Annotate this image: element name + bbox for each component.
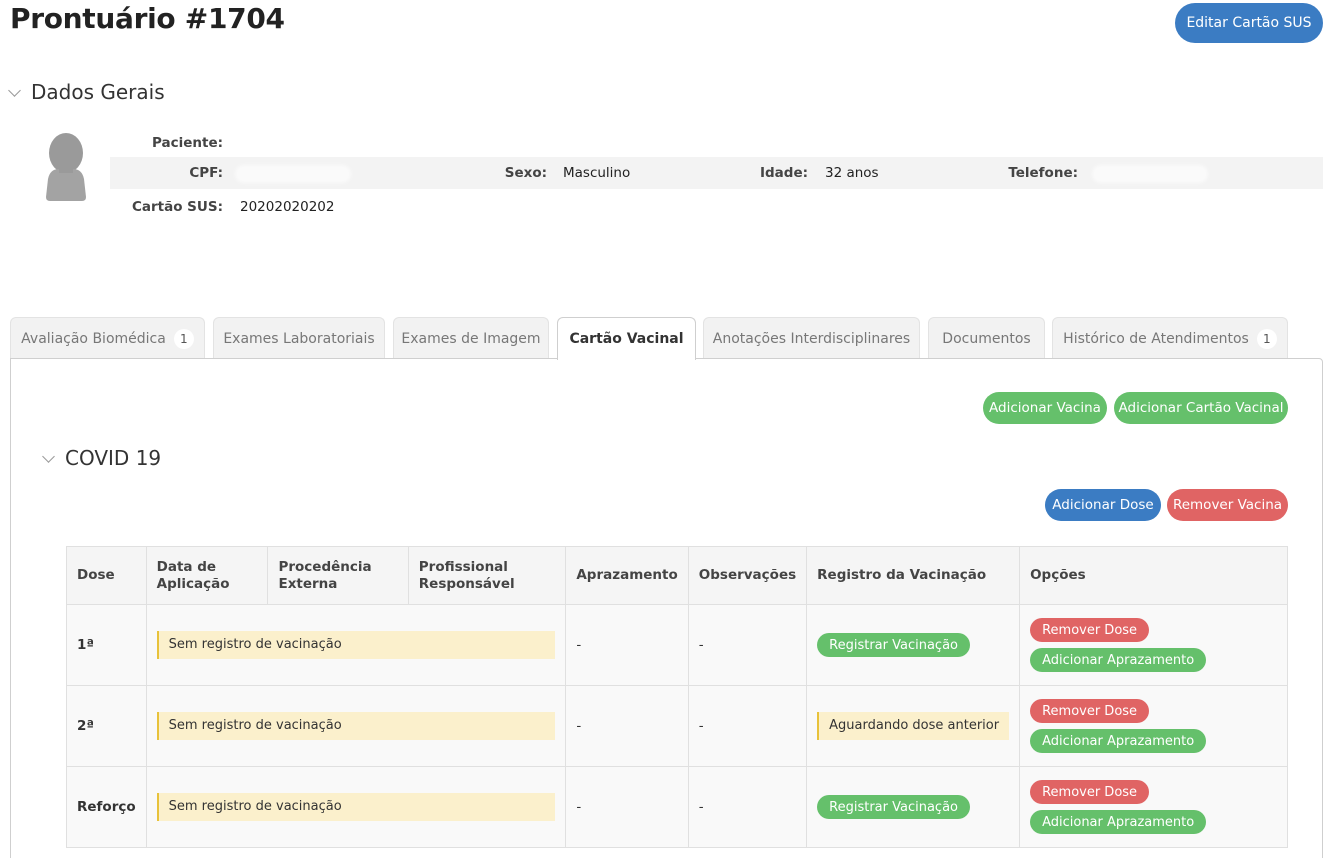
table-header-row: Dose Data de Aplicação Procedência Exter…	[66, 546, 1288, 605]
add-vaccine-button[interactable]: Adicionar Vacina	[983, 392, 1107, 424]
register-vaccination-button[interactable]: Registrar Vacinação	[817, 795, 970, 819]
sus-value: 20202020202	[240, 199, 335, 215]
add-schedule-button[interactable]: Adicionar Aprazamento	[1030, 648, 1207, 672]
chevron-down-icon	[42, 449, 55, 463]
sus-row: Cartão SUS: 20202020202	[110, 192, 710, 222]
edit-sus-card-button[interactable]: Editar Cartão SUS	[1175, 3, 1323, 43]
tab-label: Histórico de Atendimentos	[1063, 330, 1249, 347]
patient-label: Paciente:	[151, 135, 223, 151]
no-record-notice: Sem registro de vacinação	[156, 793, 556, 821]
notes-value: -	[687, 604, 808, 686]
redacted-phone	[1095, 168, 1205, 180]
col-schedule: Aprazamento	[565, 546, 689, 605]
dose-number: 1ª	[66, 604, 147, 686]
dose-number: Reforço	[66, 766, 147, 848]
sus-label: Cartão SUS:	[131, 199, 223, 215]
schedule-value: -	[565, 766, 689, 848]
cpf-label: CPF:	[189, 165, 223, 181]
tab-count-badge: 1	[173, 328, 194, 349]
tab-avaliacao-biomedica[interactable]: Avaliação Biomédica 1	[10, 317, 205, 359]
tab-exames-imagem[interactable]: Exames de Imagem	[393, 317, 549, 359]
phone-label: Telefone:	[1008, 165, 1078, 181]
register-vaccination-button[interactable]: Registrar Vacinação	[817, 633, 970, 657]
add-dose-button[interactable]: Adicionar Dose	[1045, 489, 1161, 521]
remove-vaccine-button[interactable]: Remover Vacina	[1167, 489, 1288, 521]
add-vaccination-card-button[interactable]: Adicionar Cartão Vacinal	[1114, 392, 1288, 424]
tab-exames-laboratoriais[interactable]: Exames Laboratoriais	[213, 317, 385, 359]
col-notes: Observações	[687, 546, 808, 605]
vaccine-name: COVID 19	[65, 446, 162, 470]
notes-value: -	[687, 685, 808, 767]
col-external: Procedência Externa	[267, 546, 409, 605]
tab-label: Avaliação Biomédica	[21, 330, 166, 347]
patient-row: Paciente:	[110, 130, 1323, 156]
id-row: CPF: Sexo: Masculino Idade: 32 anos Tele…	[110, 157, 1323, 189]
tab-count-badge: 1	[1256, 328, 1277, 349]
table-row: Reforço Sem registro de vacinação - - Re…	[66, 766, 1288, 848]
table-row: 2ª Sem registro de vacinação - - Aguarda…	[66, 685, 1288, 767]
tab-anotacoes[interactable]: Anotações Interdisciplinares	[703, 317, 920, 359]
covid-section-toggle[interactable]: COVID 19	[42, 446, 162, 470]
schedule-value: -	[565, 604, 689, 686]
no-record-notice: Sem registro de vacinação	[156, 631, 556, 659]
no-record-notice: Sem registro de vacinação	[156, 712, 556, 740]
dose-number: 2ª	[66, 685, 147, 767]
redacted-cpf	[238, 168, 348, 180]
age-value: 32 anos	[825, 165, 879, 181]
general-data-section-toggle[interactable]: Dados Gerais	[8, 80, 165, 104]
sex-label: Sexo:	[504, 165, 547, 181]
tab-historico[interactable]: Histórico de Atendimentos 1	[1052, 317, 1288, 359]
remove-dose-button[interactable]: Remover Dose	[1030, 780, 1150, 804]
dose-table: Dose Data de Aplicação Procedência Exter…	[66, 546, 1288, 848]
awaiting-previous-dose-notice: Aguardando dose anterior	[817, 712, 1010, 740]
col-options: Opções	[1019, 546, 1288, 605]
table-row: 1ª Sem registro de vacinação - - Registr…	[66, 604, 1288, 686]
notes-value: -	[687, 766, 808, 848]
section-title: Dados Gerais	[31, 80, 165, 104]
age-label: Idade:	[759, 165, 808, 181]
tab-cartao-vacinal[interactable]: Cartão Vacinal	[557, 317, 696, 360]
chevron-down-icon	[8, 83, 21, 97]
remove-dose-button[interactable]: Remover Dose	[1030, 618, 1150, 642]
redacted-patient-name	[238, 138, 428, 150]
page-title: Prontuário #1704	[10, 2, 285, 35]
schedule-value: -	[565, 685, 689, 767]
add-schedule-button[interactable]: Adicionar Aprazamento	[1030, 729, 1207, 753]
remove-dose-button[interactable]: Remover Dose	[1030, 699, 1150, 723]
add-schedule-button[interactable]: Adicionar Aprazamento	[1030, 810, 1207, 834]
col-date: Data de Aplicação	[145, 546, 269, 605]
tab-documentos[interactable]: Documentos	[928, 317, 1045, 359]
sex-value: Masculino	[563, 165, 631, 181]
col-professional: Profissional Responsável	[407, 546, 567, 605]
col-record: Registro da Vacinação	[806, 546, 1021, 605]
col-dose: Dose	[66, 546, 147, 605]
avatar	[46, 133, 86, 201]
